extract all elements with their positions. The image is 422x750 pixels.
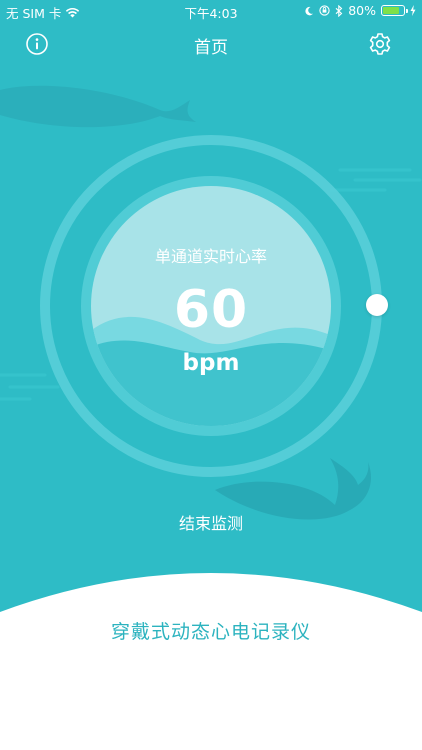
device-name: 穿戴式动态心电记录仪 [110, 621, 311, 643]
stop-monitoring-button[interactable]: 结束监测 [161, 510, 261, 538]
heart-rate-value: 60 [173, 280, 249, 340]
dial-slider-knob[interactable] [366, 294, 388, 316]
bottom-panel [0, 573, 422, 750]
heart-rate-unit: bpm [182, 350, 240, 376]
heart-rate-label: 单通道实时心率 [154, 247, 267, 266]
